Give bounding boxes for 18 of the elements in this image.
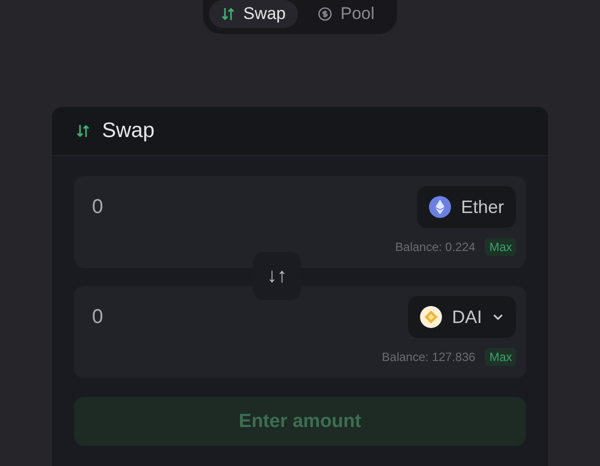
chevron-down-icon [492, 313, 504, 321]
swap-icon [221, 7, 236, 21]
nav-tab[interactable]: Pool [302, 0, 391, 28]
token-selector[interactable]: DAI [408, 296, 516, 338]
swap-icon [76, 124, 90, 138]
nav-tab[interactable]: Swap [209, 0, 298, 28]
switch-tokens-button[interactable]: ↓↑ [253, 252, 301, 300]
dai-icon [420, 306, 442, 328]
card-title: Swap [102, 119, 155, 143]
ethereum-icon [428, 196, 451, 218]
amount-field[interactable]: 0 [92, 306, 292, 328]
balance-text: Balance: 127.836 [382, 350, 476, 364]
token-selector[interactable]: Ether [416, 186, 516, 228]
max-button[interactable]: Max [485, 348, 516, 366]
amount-field[interactable]: 0 [92, 196, 292, 218]
max-button[interactable]: Max [485, 238, 516, 256]
balance-text: Balance: 0.224 [395, 240, 476, 254]
coin-icon [318, 7, 332, 21]
